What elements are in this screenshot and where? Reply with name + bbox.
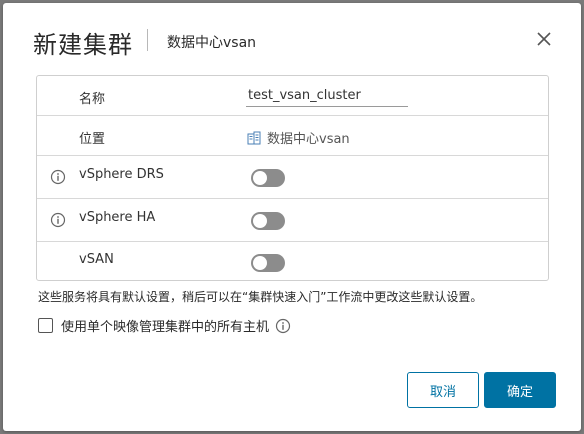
dialog-header: 新建集群 数据中心vsan [3,3,581,73]
vsan-toggle[interactable] [251,254,285,272]
location-value: 数据中心vsan [247,128,350,147]
name-label: 名称 [79,92,106,107]
drs-label: vSphere DRS [79,167,164,182]
default-settings-note: 这些服务将具有默认设置，稍后可以在“集群快速入门”工作流中更改这些默认设置。 [38,290,483,304]
ha-row: vSphere HA [37,199,548,242]
vsan-label: vSAN [79,252,114,267]
drs-row: vSphere DRS [37,156,548,199]
toggle-knob [253,214,267,228]
dialog-title: 新建集群 [33,31,133,59]
dialog-subtitle: 数据中心vsan [167,35,257,51]
vsan-row: vSAN [37,242,548,280]
image-management-label: 使用单个映像管理集群中的所有主机 [61,320,270,335]
drs-toggle[interactable] [251,169,285,187]
location-label: 位置 [79,132,106,147]
cluster-settings-panel: 名称 位置 数据中心vsan [36,75,549,281]
location-text: 数据中心vsan [267,132,350,147]
info-icon[interactable] [50,169,66,185]
location-row: 位置 数据中心vsan [37,116,548,156]
ha-toggle[interactable] [251,212,285,230]
cluster-name-input[interactable] [246,85,408,107]
datacenter-icon [247,131,261,144]
ha-label: vSphere HA [79,210,156,225]
image-management-option: 使用单个映像管理集群中的所有主机 [38,316,291,335]
image-management-checkbox[interactable] [38,318,53,333]
info-icon[interactable] [275,318,291,334]
toggle-knob [253,171,267,185]
close-icon[interactable] [536,31,552,47]
cancel-button[interactable]: 取消 [407,372,479,408]
info-icon[interactable] [50,212,66,228]
ok-button[interactable]: 确定 [484,372,556,408]
new-cluster-dialog: 新建集群 数据中心vsan 名称 位置 [3,3,581,431]
name-row: 名称 [37,76,548,116]
title-separator [147,29,148,51]
toggle-knob [253,256,267,270]
